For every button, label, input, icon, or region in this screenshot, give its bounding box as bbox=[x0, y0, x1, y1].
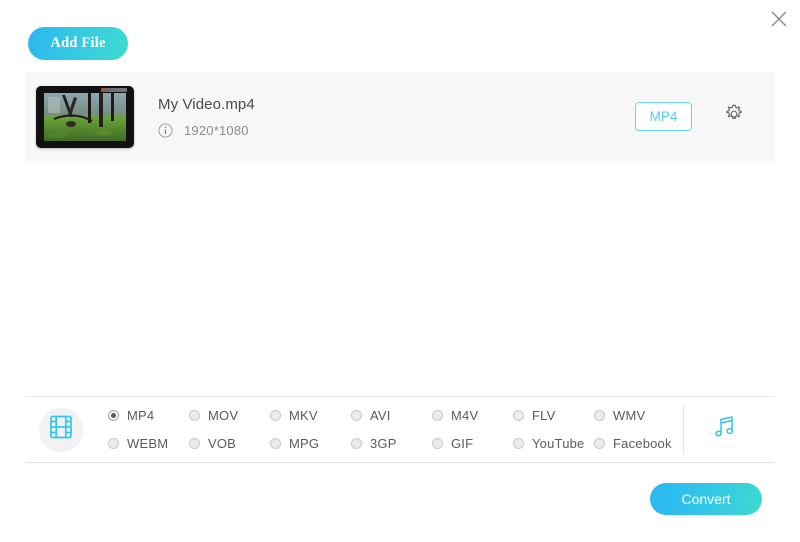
format-label: WEBM bbox=[127, 436, 169, 451]
format-radio-avi[interactable]: AVI bbox=[351, 408, 432, 423]
audio-category-button[interactable] bbox=[704, 410, 744, 450]
format-selection-panel: MP4 MOV MKV AVI M4V FLV WMV WEBM VOB MPG… bbox=[26, 396, 774, 463]
radio-dot-icon bbox=[108, 410, 119, 421]
film-strip-icon bbox=[48, 414, 74, 445]
radio-dot-icon bbox=[432, 410, 443, 421]
radio-dot-icon bbox=[108, 438, 119, 449]
video-category-button[interactable] bbox=[39, 407, 83, 452]
thumbnail-image bbox=[44, 92, 126, 141]
format-label: MOV bbox=[208, 408, 239, 423]
format-radio-vob[interactable]: VOB bbox=[189, 436, 270, 451]
file-name-label: My Video.mp4 bbox=[158, 95, 255, 113]
format-radio-mov[interactable]: MOV bbox=[189, 408, 270, 423]
format-radio-grid: MP4 MOV MKV AVI M4V FLV WMV WEBM VOB MPG… bbox=[108, 402, 675, 458]
format-label: M4V bbox=[451, 408, 479, 423]
info-circle-icon[interactable] bbox=[158, 122, 173, 138]
file-resolution-row: 1920*1080 bbox=[158, 123, 635, 138]
gear-icon bbox=[723, 103, 745, 130]
radio-dot-icon bbox=[594, 410, 605, 421]
format-radio-webm[interactable]: WEBM bbox=[108, 436, 189, 451]
format-radio-gif[interactable]: GIF bbox=[432, 436, 513, 451]
format-radio-mpg[interactable]: MPG bbox=[270, 436, 351, 451]
add-file-button[interactable]: Add File bbox=[28, 27, 128, 60]
format-radio-wmv[interactable]: WMV bbox=[594, 408, 675, 423]
video-thumbnail[interactable] bbox=[36, 85, 134, 148]
panel-divider bbox=[683, 405, 684, 454]
close-icon bbox=[769, 9, 789, 29]
format-label: YouTube bbox=[532, 436, 585, 451]
format-label: Facebook bbox=[613, 436, 672, 451]
radio-dot-icon bbox=[189, 438, 200, 449]
close-window-button[interactable] bbox=[764, 4, 794, 34]
format-label: VOB bbox=[208, 436, 237, 451]
add-file-container: Add File bbox=[28, 27, 128, 60]
radio-dot-icon bbox=[513, 410, 524, 421]
format-radio-3gp[interactable]: 3GP bbox=[351, 436, 432, 451]
format-label: GIF bbox=[451, 436, 474, 451]
format-label: FLV bbox=[532, 408, 556, 423]
radio-dot-icon bbox=[594, 438, 605, 449]
radio-dot-icon bbox=[270, 410, 281, 421]
file-list-item[interactable]: My Video.mp4 1920*1080 MP4 bbox=[26, 72, 774, 161]
radio-dot-icon bbox=[351, 410, 362, 421]
file-settings-button[interactable] bbox=[722, 103, 746, 130]
format-label: 3GP bbox=[370, 436, 397, 451]
format-label: MKV bbox=[289, 408, 318, 423]
format-radio-mp4[interactable]: MP4 bbox=[108, 408, 189, 423]
radio-dot-icon bbox=[189, 410, 200, 421]
format-radio-youtube[interactable]: YouTube bbox=[513, 436, 594, 451]
thumbnail-watermark bbox=[101, 87, 127, 92]
format-label: WMV bbox=[613, 408, 646, 423]
radio-dot-icon bbox=[351, 438, 362, 449]
format-radio-mkv[interactable]: MKV bbox=[270, 408, 351, 423]
radio-dot-icon bbox=[513, 438, 524, 449]
format-radio-facebook[interactable]: Facebook bbox=[594, 436, 675, 451]
output-format-button[interactable]: MP4 bbox=[635, 102, 692, 131]
format-label: MPG bbox=[289, 436, 320, 451]
format-radio-m4v[interactable]: M4V bbox=[432, 408, 513, 423]
file-resolution-label: 1920*1080 bbox=[184, 122, 249, 138]
file-info: My Video.mp4 1920*1080 bbox=[158, 96, 635, 138]
format-radio-flv[interactable]: FLV bbox=[513, 408, 594, 423]
music-note-icon bbox=[710, 413, 738, 446]
radio-dot-icon bbox=[432, 438, 443, 449]
format-label: MP4 bbox=[127, 408, 155, 423]
radio-dot-icon bbox=[270, 438, 281, 449]
convert-button[interactable]: Convert bbox=[650, 483, 762, 515]
format-label: AVI bbox=[370, 408, 391, 423]
